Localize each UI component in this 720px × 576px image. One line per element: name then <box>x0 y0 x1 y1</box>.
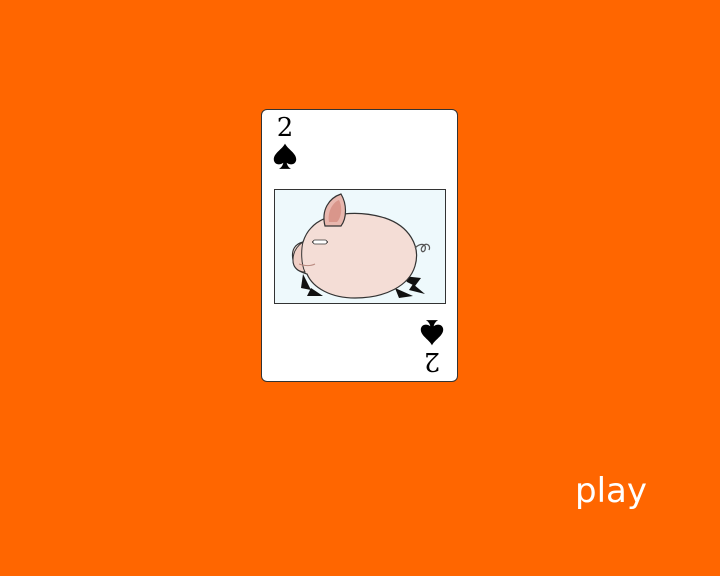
spade-icon <box>420 320 444 346</box>
card-rank-top: 2 <box>276 113 294 143</box>
game-stage: 2 2 play <box>0 0 720 576</box>
pig-illustration <box>274 189 446 304</box>
playing-card[interactable]: 2 2 <box>261 109 458 382</box>
card-corner-top: 2 <box>270 114 300 170</box>
card-corner-bottom: 2 <box>417 319 447 376</box>
pig-drawing <box>291 193 431 299</box>
play-button[interactable]: play <box>566 466 656 516</box>
spade-icon <box>273 143 297 169</box>
card-rank-bottom: 2 <box>423 346 441 376</box>
